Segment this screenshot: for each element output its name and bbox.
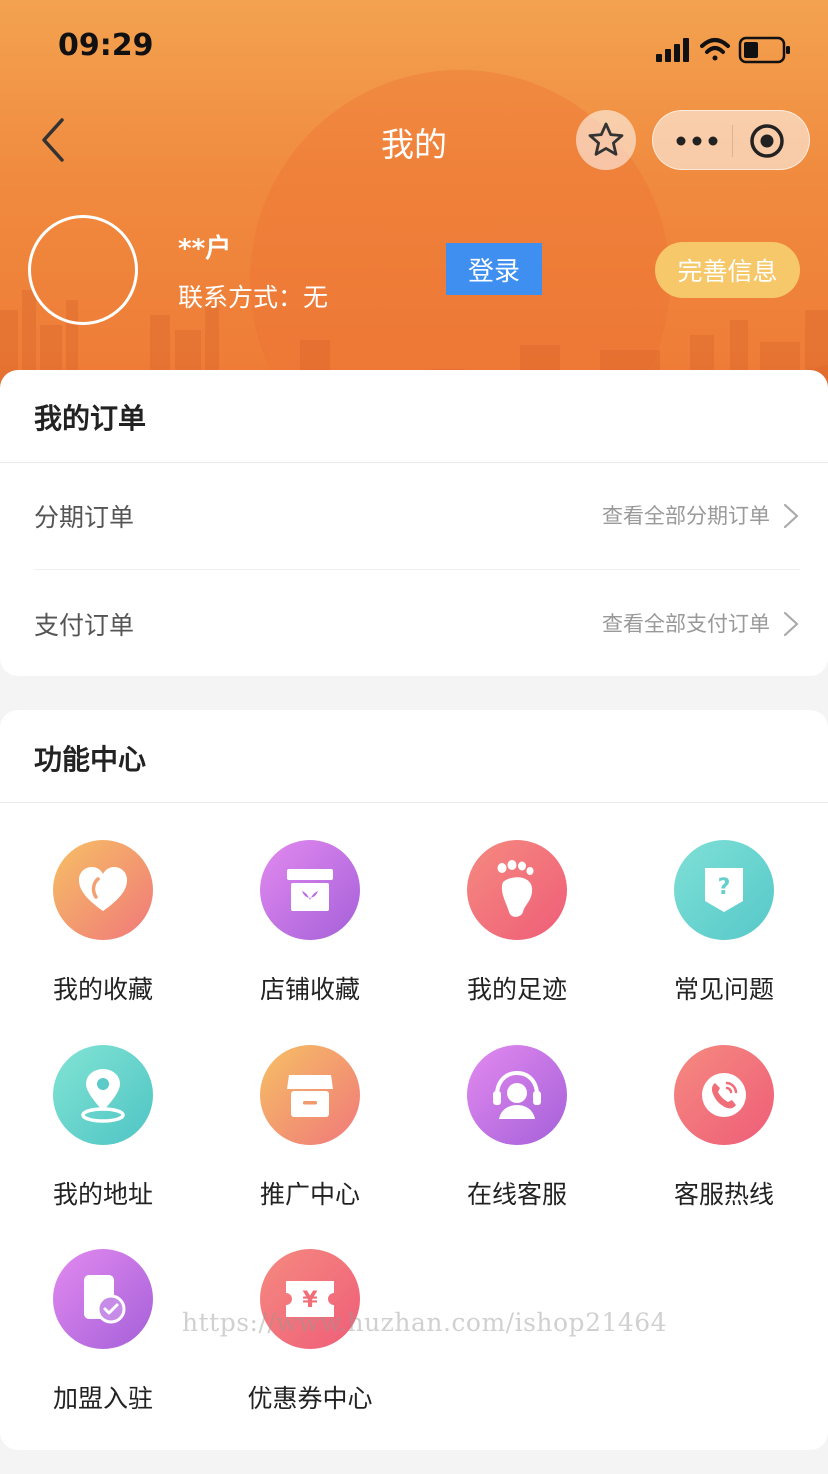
function-coupon-center[interactable]: ¥ 优惠券中心 — [220, 1249, 400, 1429]
order-row-link[interactable]: 查看全部分期订单 — [602, 500, 770, 530]
function-label: 我的地址 — [52, 1180, 153, 1209]
favorite-button[interactable] — [576, 110, 636, 170]
function-join[interactable]: 加盟入驻 — [13, 1249, 193, 1429]
complete-info-button[interactable]: 完善信息 — [655, 242, 800, 298]
function-label: 我的收藏 — [52, 975, 153, 1004]
function-service-hotline[interactable]: 客服热线 — [634, 1045, 814, 1225]
user-contact: 联系方式：无 — [178, 283, 329, 312]
phone-icon — [674, 1045, 774, 1145]
function-label: 我的足迹 — [466, 975, 567, 1004]
orders-title-divider — [0, 462, 828, 463]
signal-icon — [656, 38, 689, 62]
function-faq[interactable]: ? 常见问题 — [634, 840, 814, 1020]
watermark: https://www.huzhan.com/ishop21464 — [182, 1308, 668, 1337]
footprint-icon — [467, 840, 567, 940]
order-row-payment[interactable]: 支付订单 查看全部支付订单 — [34, 594, 800, 654]
function-label: 客服热线 — [673, 1180, 774, 1209]
heart-icon — [53, 840, 153, 940]
order-row-label: 支付订单 — [34, 611, 135, 640]
user-name: **户 — [178, 234, 232, 264]
target-icon[interactable] — [749, 123, 785, 159]
wifi-icon — [700, 38, 730, 61]
shop-icon — [260, 1045, 360, 1145]
orders-title: 我的订单 — [34, 402, 147, 435]
orders-card: 我的订单 分期订单 查看全部分期订单 支付订单 查看全部支付订单 — [0, 370, 828, 676]
star-icon — [588, 122, 624, 156]
capsule-divider — [732, 125, 733, 157]
more-dots-icon[interactable] — [675, 129, 719, 153]
function-label: 常见问题 — [673, 975, 774, 1004]
status-icons — [656, 36, 790, 64]
svg-text:?: ? — [718, 875, 731, 900]
function-my-address[interactable]: 我的地址 — [13, 1045, 193, 1225]
headset-icon — [467, 1045, 567, 1145]
functions-title-divider — [0, 802, 828, 803]
box-icon — [260, 840, 360, 940]
location-icon — [53, 1045, 153, 1145]
status-time: 09:29 — [58, 28, 154, 63]
function-my-favorites[interactable]: 我的收藏 — [13, 840, 193, 1020]
function-label: 店铺收藏 — [259, 975, 360, 1004]
battery-icon — [738, 36, 790, 64]
order-row-divider — [34, 569, 800, 570]
profile-header: 09:29 我的 **户 联系方式：无 登录 完善信息 — [0, 0, 828, 400]
function-label: 推广中心 — [259, 1180, 360, 1209]
function-label: 加盟入驻 — [52, 1384, 153, 1413]
function-label: 在线客服 — [466, 1180, 567, 1209]
join-icon — [53, 1249, 153, 1349]
order-row-link[interactable]: 查看全部支付订单 — [602, 608, 770, 638]
login-button[interactable]: 登录 — [446, 243, 542, 295]
functions-card: 功能中心 我的收藏 店铺收藏 我的足迹 ? 常见问题 我的地址 推广中心 在线客… — [0, 710, 828, 1450]
avatar[interactable] — [28, 215, 138, 325]
question-icon: ? — [674, 840, 774, 940]
order-row-label: 分期订单 — [34, 503, 135, 532]
chevron-right-icon — [783, 503, 799, 529]
function-label: 优惠券中心 — [247, 1384, 373, 1413]
function-online-service[interactable]: 在线客服 — [427, 1045, 607, 1225]
function-promotion-center[interactable]: 推广中心 — [220, 1045, 400, 1225]
mini-program-capsule — [652, 110, 810, 170]
order-row-installment[interactable]: 分期订单 查看全部分期订单 — [34, 486, 800, 546]
chevron-right-icon — [783, 611, 799, 637]
functions-title: 功能中心 — [34, 743, 147, 776]
function-footprints[interactable]: 我的足迹 — [427, 840, 607, 1020]
function-shop-favorites[interactable]: 店铺收藏 — [220, 840, 400, 1020]
